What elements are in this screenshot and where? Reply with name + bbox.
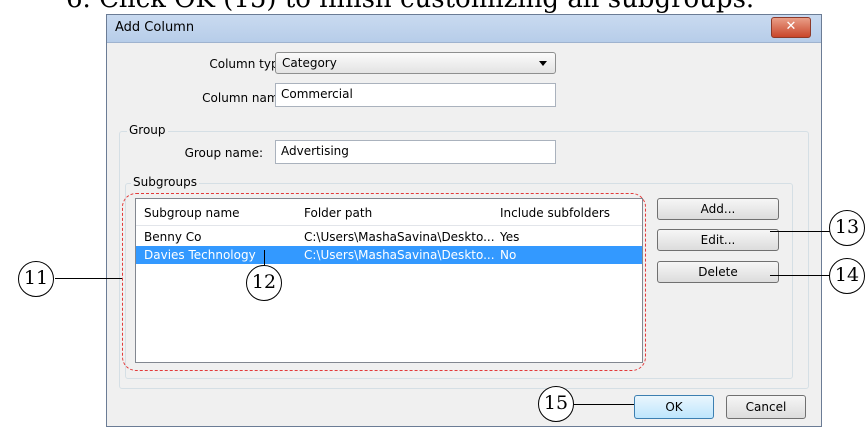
group-name-label: Group name: [184,146,263,160]
callout-14: 14 [829,258,865,294]
column-type-value: Category [282,56,337,70]
callout-15: 15 [538,386,574,422]
column-type-select[interactable]: Category [275,52,556,74]
callout-14-leader [770,275,830,276]
callout-12: 12 [246,265,282,301]
dialog-titlebar: Add Column ✕ [107,15,821,43]
callout-13-leader [770,231,830,232]
group-name-input[interactable]: Advertising [275,140,556,164]
callout-13: 13 [829,210,865,246]
edit-button[interactable]: Edit... [657,229,779,251]
cancel-button[interactable]: Cancel [726,395,806,419]
column-name-label: Column name: [202,91,290,105]
group-groupbox-label: Group [127,123,168,137]
column-type-label: Column type: [209,57,290,71]
column-name-input[interactable]: Commercial [275,83,556,107]
close-icon: ✕ [785,19,797,34]
highlight-region [122,193,646,371]
callout-11: 11 [18,261,54,297]
document-step-heading: 6. Click OK (15) to finish customizing a… [66,0,754,14]
callout-12-leader [264,250,265,266]
close-button[interactable]: ✕ [771,17,811,38]
add-button[interactable]: Add... [657,198,779,220]
subgroups-groupbox-label: Subgroups [131,175,199,189]
delete-button[interactable]: Delete [657,261,779,283]
chevron-down-icon [539,61,547,66]
callout-15-leader [574,404,634,405]
ok-button[interactable]: OK [634,395,714,419]
dialog-title: Add Column [115,20,195,35]
callout-11-leader [55,278,122,279]
